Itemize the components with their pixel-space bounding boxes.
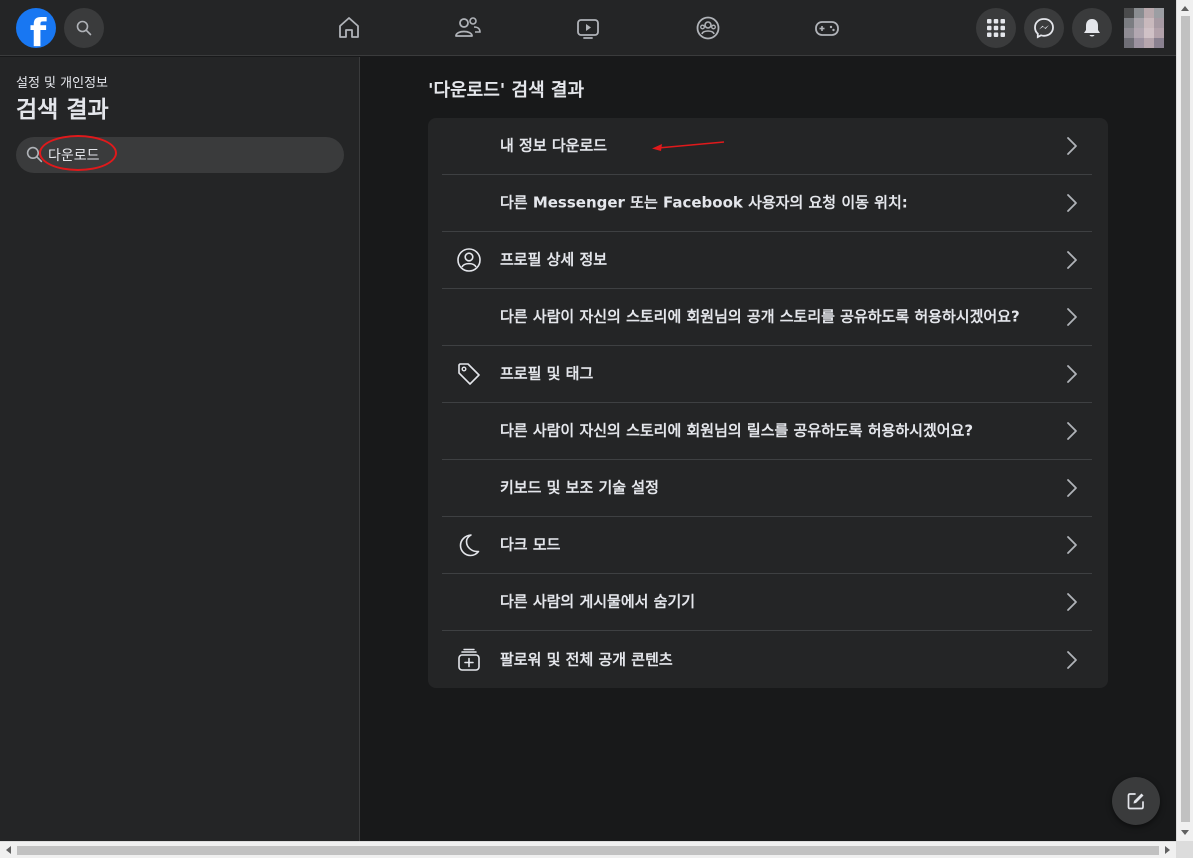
compose-button[interactable] (1112, 777, 1160, 825)
chevron-right-icon (1067, 536, 1077, 554)
result-item-reels-sharing[interactable]: 다른 사람이 자신의 스토리에 회원님의 릴스를 공유하도록 허용하시겠어요? (442, 403, 1092, 460)
avatar-image (1124, 8, 1164, 48)
scrollbar-corner (1176, 841, 1193, 858)
result-item-keyboard-settings[interactable]: 키보드 및 보조 기술 설정 (442, 460, 1092, 517)
chevron-right-icon (1067, 194, 1077, 212)
scroll-down-arrow[interactable] (1177, 825, 1193, 841)
nav-watch[interactable] (574, 14, 602, 42)
notifications-button[interactable] (1072, 8, 1112, 48)
result-item-hide-from-posts[interactable]: 다른 사람의 게시물에서 숨기기 (442, 574, 1092, 631)
menu-grid-icon (987, 19, 1005, 37)
result-label: 다른 사람이 자신의 스토리에 회원님의 릴스를 공유하도록 허용하시겠어요? (500, 421, 974, 440)
triangle-down-icon (1181, 830, 1189, 835)
page-title: '다운로드' 검색 결과 (428, 80, 585, 101)
settings-search[interactable] (16, 137, 344, 173)
result-label: 다른 사람의 게시물에서 숨기기 (500, 592, 696, 611)
messenger-icon (1034, 18, 1054, 39)
search-icon (26, 146, 43, 163)
chevron-right-icon (1067, 251, 1077, 269)
bell-icon (1084, 19, 1100, 37)
nav-gaming[interactable] (813, 14, 841, 42)
horizontal-scrollbar[interactable] (0, 841, 1193, 858)
sidebar-title: 검색 결과 (16, 97, 109, 123)
scroll-left-arrow[interactable] (0, 842, 16, 858)
result-item-download-your-information[interactable]: 내 정보 다운로드 (442, 118, 1092, 175)
vertical-scrollbar[interactable] (1176, 0, 1193, 841)
result-label: 프로필 및 태그 (500, 364, 594, 383)
chevron-right-icon (1067, 650, 1077, 669)
result-label: 팔로워 및 전체 공개 콘텐츠 (500, 650, 673, 668)
triangle-up-icon (1181, 6, 1189, 11)
watch-icon (577, 19, 599, 39)
nav-friends[interactable] (454, 14, 482, 42)
result-label: 프로필 상세 정보 (500, 250, 608, 269)
user-circle-icon (456, 247, 482, 273)
result-item-dark-mode[interactable]: 다크 모드 (442, 517, 1092, 574)
home-icon (339, 17, 359, 38)
chevron-right-icon (1067, 593, 1077, 611)
chevron-right-icon (1067, 479, 1077, 497)
chevron-right-icon (1067, 365, 1077, 383)
triangle-right-icon (1165, 846, 1170, 854)
compose-icon (1127, 793, 1144, 810)
scroll-right-arrow[interactable] (1160, 842, 1176, 858)
nav-home[interactable] (335, 14, 363, 42)
settings-search-input[interactable] (48, 137, 328, 173)
gaming-icon (815, 21, 839, 36)
annotation-arrow (652, 141, 725, 151)
horizontal-scroll-thumb[interactable] (17, 846, 1159, 855)
result-label: 다크 모드 (500, 535, 561, 554)
result-item-messenger-requests[interactable]: 다른 Messenger 또는 Facebook 사용자의 요청 이동 위치: (442, 175, 1092, 232)
result-label: 다른 사람이 자신의 스토리에 회원님의 공개 스토리를 공유하도록 허용하시겠… (500, 307, 1020, 326)
groups-icon (696, 16, 720, 40)
messenger-button[interactable] (1024, 8, 1064, 48)
search-results-list: 내 정보 다운로드 다른 Messenger 또는 Facebook 사용자의 … (428, 118, 1108, 688)
result-label: 키보드 및 보조 기술 설정 (500, 478, 659, 497)
scroll-up-arrow[interactable] (1177, 0, 1193, 16)
menu-button[interactable] (976, 8, 1016, 48)
triangle-left-icon (6, 846, 11, 854)
chevron-right-icon (1067, 422, 1077, 440)
chevron-right-icon (1067, 137, 1077, 155)
chevron-right-icon (1067, 308, 1077, 326)
nav-groups[interactable] (694, 14, 722, 42)
result-item-story-sharing[interactable]: 다른 사람이 자신의 스토리에 회원님의 공개 스토리를 공유하도록 허용하시겠… (442, 289, 1092, 346)
friends-icon (455, 17, 481, 37)
avatar[interactable] (1124, 8, 1164, 48)
result-label: 내 정보 다운로드 (500, 136, 608, 155)
settings-sidebar: 설정 및 개인정보 검색 결과 (0, 57, 360, 841)
add-content-icon (456, 647, 482, 673)
breadcrumb[interactable]: 설정 및 개인정보 (16, 72, 108, 91)
top-navigation-bar: f (0, 0, 1176, 56)
result-item-profile-and-tagging[interactable]: 프로필 및 태그 (442, 346, 1092, 403)
result-label: 다른 Messenger 또는 Facebook 사용자의 요청 이동 위치: (500, 193, 908, 212)
result-item-followers-public-content[interactable]: 팔로워 및 전체 공개 콘텐츠 (442, 631, 1092, 688)
vertical-scroll-thumb[interactable] (1181, 16, 1190, 822)
result-item-profile-details[interactable]: 프로필 상세 정보 (442, 232, 1092, 289)
tag-icon (456, 361, 482, 387)
moon-icon (456, 532, 482, 558)
